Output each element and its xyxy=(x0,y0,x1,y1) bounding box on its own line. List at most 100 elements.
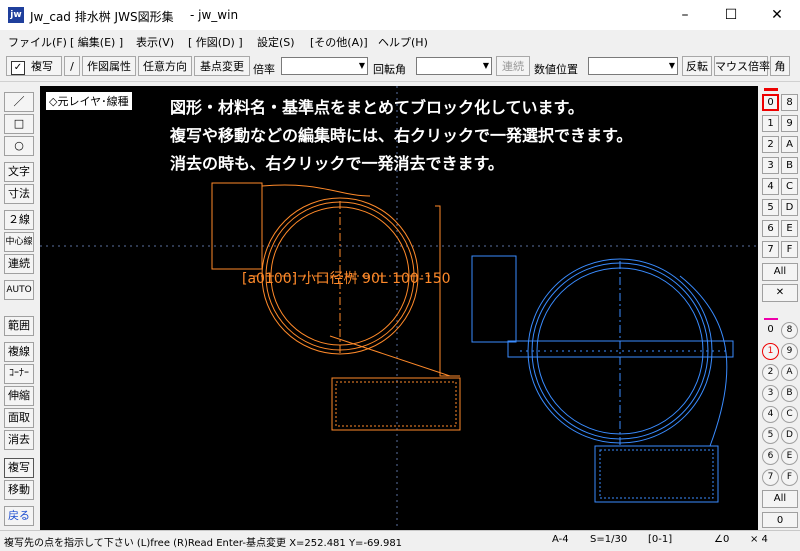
paper-size[interactable]: A-4 xyxy=(552,534,569,545)
layer-F[interactable]: F xyxy=(781,469,798,486)
layer-3[interactable]: 3 xyxy=(762,385,779,402)
copy-toggle-button[interactable]: ✓ 複写 xyxy=(6,56,62,76)
layer-group-E[interactable]: E xyxy=(781,220,798,237)
copy-label: 複写 xyxy=(31,60,53,73)
layer-2[interactable]: 2 xyxy=(762,364,779,381)
rotate-label: 回転角 xyxy=(373,63,406,76)
chevron-down-icon: ▼ xyxy=(482,61,489,70)
dimension-tool-button[interactable]: 寸法 xyxy=(4,184,34,204)
layer-group-7[interactable]: 7 xyxy=(762,241,779,258)
stretch-tool-button[interactable]: 伸縮 xyxy=(4,386,34,406)
menu-settings[interactable]: 設定(S) xyxy=(257,34,295,50)
continuous-button[interactable]: 連続 xyxy=(496,56,530,76)
menu-draw[interactable]: [ 作図(D) ] xyxy=(188,34,243,50)
move-tool-button[interactable]: 移動 xyxy=(4,480,34,500)
menu-file[interactable]: ファイル(F) xyxy=(8,34,67,50)
layer-group-D[interactable]: D xyxy=(781,199,798,216)
layer-9[interactable]: 9 xyxy=(781,343,798,360)
layer-group-1[interactable]: 1 xyxy=(762,115,779,132)
blue-catch-basin-block[interactable] xyxy=(471,255,734,503)
layer-group-5[interactable]: 5 xyxy=(762,199,779,216)
change-base-point-button[interactable]: 基点変更 xyxy=(194,56,250,76)
orange-outlet-box xyxy=(331,377,461,431)
close-icon[interactable]: ✕ xyxy=(762,284,798,302)
orange-inlet-box xyxy=(211,182,263,270)
parallel-line-button[interactable]: 複線 xyxy=(4,342,34,362)
drawing-scale[interactable]: S=1/30 xyxy=(590,534,627,545)
layer-group-A[interactable]: A xyxy=(781,136,798,153)
angle-indicator[interactable]: ∠0 xyxy=(714,534,729,545)
auto-mode-button[interactable]: AUTO xyxy=(4,280,34,300)
layer-D[interactable]: D xyxy=(781,427,798,444)
continuous-line-tool-button[interactable]: 連続 xyxy=(4,254,34,274)
menu-help[interactable]: ヘルプ(H) xyxy=(378,34,428,50)
layer-A[interactable]: A xyxy=(781,364,798,381)
maximize-button[interactable]: ☐ xyxy=(708,0,754,30)
zoom-indicator[interactable]: × 4 xyxy=(750,534,768,545)
copy-checkbox[interactable]: ✓ xyxy=(11,61,25,75)
corner-button[interactable]: 角 xyxy=(770,56,790,76)
slash-button[interactable]: / xyxy=(64,56,80,76)
text-tool-button[interactable]: 文字 xyxy=(4,162,34,182)
layer-group-0[interactable]: 0 xyxy=(762,94,779,111)
layer-E[interactable]: E xyxy=(781,448,798,465)
layer-4[interactable]: 4 xyxy=(762,406,779,423)
close-button[interactable]: ✕ xyxy=(754,0,800,30)
layer-group-9[interactable]: 9 xyxy=(781,115,798,132)
layer-group-3[interactable]: 3 xyxy=(762,157,779,174)
layer-linetype-tag: ◇元レイヤ･線種 xyxy=(46,92,132,110)
drawing-canvas[interactable]: ◇元レイヤ･線種 図形・材料名・基準点をまとめてブロック化しています。 複写や移… xyxy=(40,86,758,530)
layer-group-all-button[interactable]: All xyxy=(762,263,798,281)
menu-edit[interactable]: [ 編集(E) ] xyxy=(70,34,123,50)
layer-0[interactable]: 0 xyxy=(762,322,779,339)
mouse-scale-button[interactable]: マウス倍率 xyxy=(714,56,770,76)
draw-attribute-button[interactable]: 作図属性 xyxy=(82,56,136,76)
block-material-label: [a0100] 小口径桝 90L 100-150 xyxy=(242,271,451,287)
layer-group-8[interactable]: 8 xyxy=(781,94,798,111)
menu-other[interactable]: [その他(A)] xyxy=(310,34,368,50)
chamfer-tool-button[interactable]: 面取 xyxy=(4,408,34,428)
layer-5[interactable]: 5 xyxy=(762,427,779,444)
orange-catch-basin-block[interactable] xyxy=(211,182,461,431)
corner-tool-button[interactable]: ｺｰﾅｰ xyxy=(4,364,34,384)
numeric-position-combo[interactable]: ▼ xyxy=(588,57,678,75)
menu-view[interactable]: 表示(V) xyxy=(136,34,174,50)
canvas-note-3: 消去の時も、右クリックで一発消去できます。 xyxy=(170,154,504,173)
blue-outlet-inner xyxy=(599,449,714,499)
window-title: Jw_cad 排水桝 JWS図形集 xyxy=(30,10,174,24)
erase-tool-button[interactable]: 消去 xyxy=(4,430,34,450)
orange-outlet-inner xyxy=(335,381,457,427)
range-select-button[interactable]: 範囲 xyxy=(4,316,34,336)
layer-indicator[interactable]: [0-1] xyxy=(648,534,672,545)
layer-all-button[interactable]: All xyxy=(762,490,798,508)
layer-group-4[interactable]: 4 xyxy=(762,178,779,195)
active-layer-marker xyxy=(764,318,778,320)
rectangle-tool-button[interactable]: □ xyxy=(4,114,34,134)
layer-group-6[interactable]: 6 xyxy=(762,220,779,237)
layer-8[interactable]: 8 xyxy=(781,322,798,339)
undo-button[interactable]: 戻る xyxy=(4,506,34,526)
double-line-tool-button[interactable]: ２線 xyxy=(4,210,34,230)
layer-group-F[interactable]: F xyxy=(781,241,798,258)
layer-group-2[interactable]: 2 xyxy=(762,136,779,153)
arbitrary-direction-button[interactable]: 任意方向 xyxy=(138,56,192,76)
flip-button[interactable]: 反転 xyxy=(682,56,712,76)
layer-group-C[interactable]: C xyxy=(781,178,798,195)
layer-1[interactable]: 1 xyxy=(762,343,779,360)
status-bar: 複写先の点を指示して下さい (L)free (R)Read Enter-基点変更… xyxy=(0,530,800,551)
line-tool-button[interactable]: ／ xyxy=(4,92,34,112)
copy-tool-button[interactable]: 複写 xyxy=(4,458,34,478)
scale-combo[interactable]: ▼ xyxy=(281,57,368,75)
layer-7[interactable]: 7 xyxy=(762,469,779,486)
title-bar: jw Jw_cad 排水桝 JWS図形集 - jw_win – ☐ ✕ xyxy=(0,0,800,30)
circle-tool-button[interactable]: ○ xyxy=(4,136,34,156)
orange-side-wall xyxy=(435,205,460,377)
layer-B[interactable]: B xyxy=(781,385,798,402)
centerline-tool-button[interactable]: 中心線 xyxy=(4,232,34,252)
minimize-button[interactable]: – xyxy=(662,0,708,30)
rotate-combo[interactable]: ▼ xyxy=(416,57,492,75)
layer-group-B[interactable]: B xyxy=(781,157,798,174)
layer-C[interactable]: C xyxy=(781,406,798,423)
layer-bottom-button[interactable]: 0 xyxy=(762,512,798,528)
layer-6[interactable]: 6 xyxy=(762,448,779,465)
